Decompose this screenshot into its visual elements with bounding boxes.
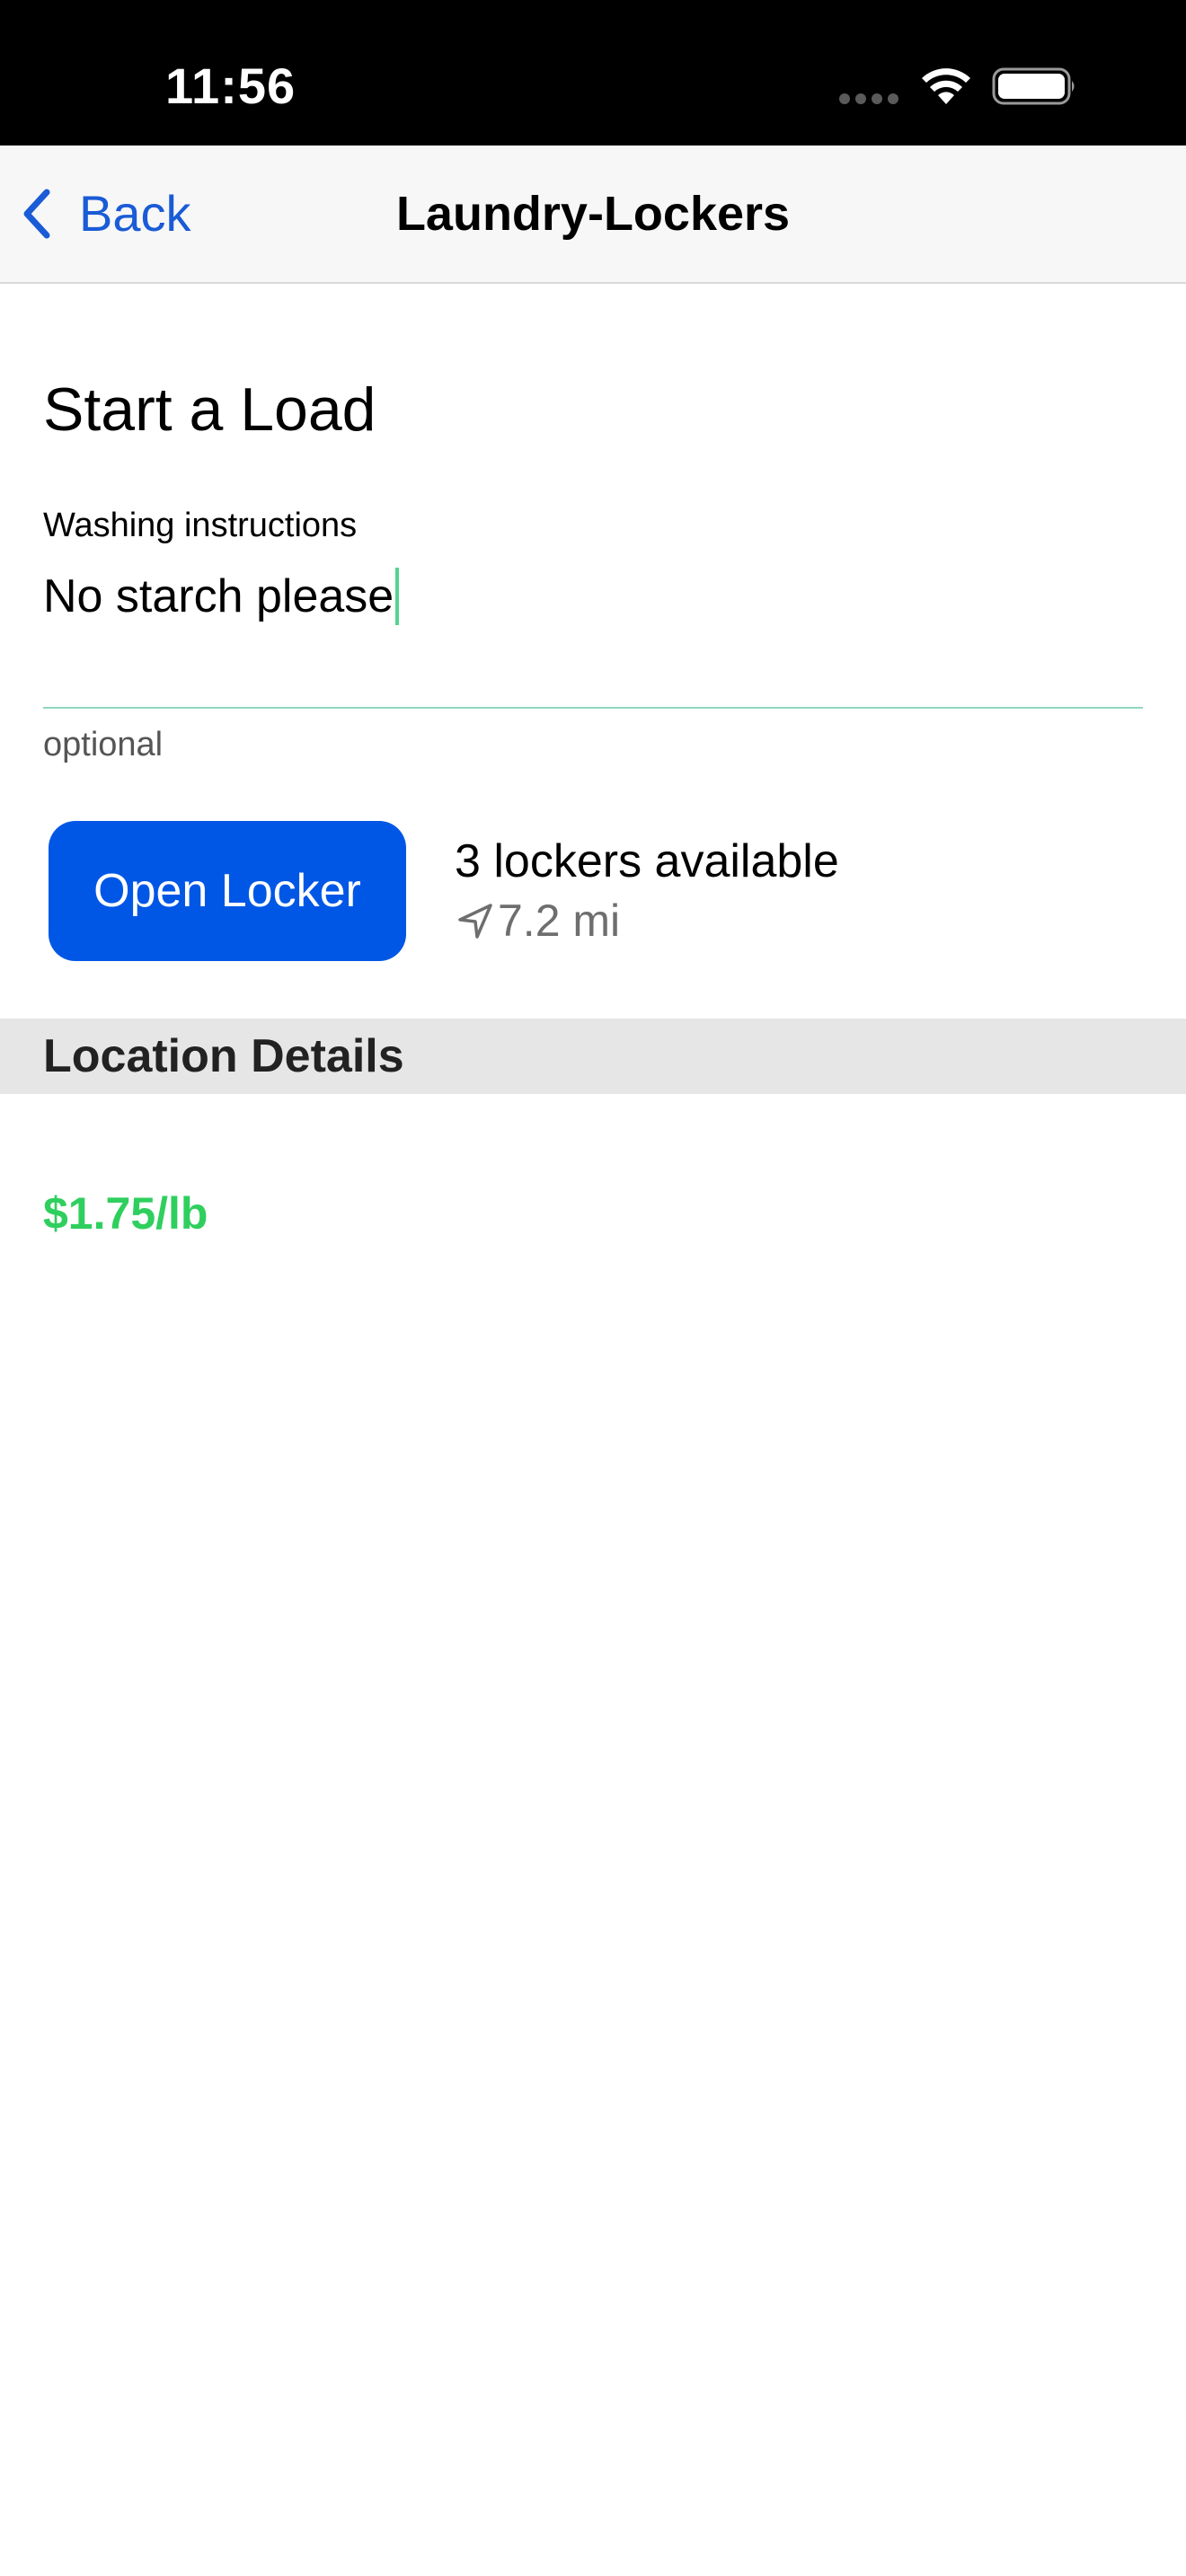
navigation-bar: Back Laundry-Lockers [0,146,1186,284]
location-arrow-icon [458,904,492,939]
distance-value: 7.2 mi [498,895,621,946]
distance: 7.2 mi [456,891,620,950]
section-title: Start a Load [43,375,376,444]
washing-instructions-hint: optional [43,726,164,763]
location-details-label: Location Details [43,1030,404,1082]
signal-dots-icon [839,93,902,106]
chevron-left-icon [23,189,50,239]
wifi-icon [922,68,970,104]
washing-instructions-value: No starch please [43,570,394,622]
status-bar: 11:56 [0,0,1186,146]
price-per-lb: $1.75/lb [43,1188,208,1239]
battery-icon [992,67,1075,105]
location-details-header: Location Details [0,1019,1186,1094]
back-label: Back [79,185,191,242]
back-button[interactable]: Back [18,178,191,250]
input-underline [43,707,1143,709]
text-caret [395,568,400,625]
washing-instructions-input[interactable]: No starch please [43,562,400,631]
status-time: 11:56 [165,57,296,114]
lockers-available: 3 lockers available [455,835,839,887]
open-locker-button[interactable]: Open Locker [49,821,406,961]
nav-title: Laundry-Lockers [395,187,791,241]
washing-instructions-label: Washing instructions [43,507,358,544]
